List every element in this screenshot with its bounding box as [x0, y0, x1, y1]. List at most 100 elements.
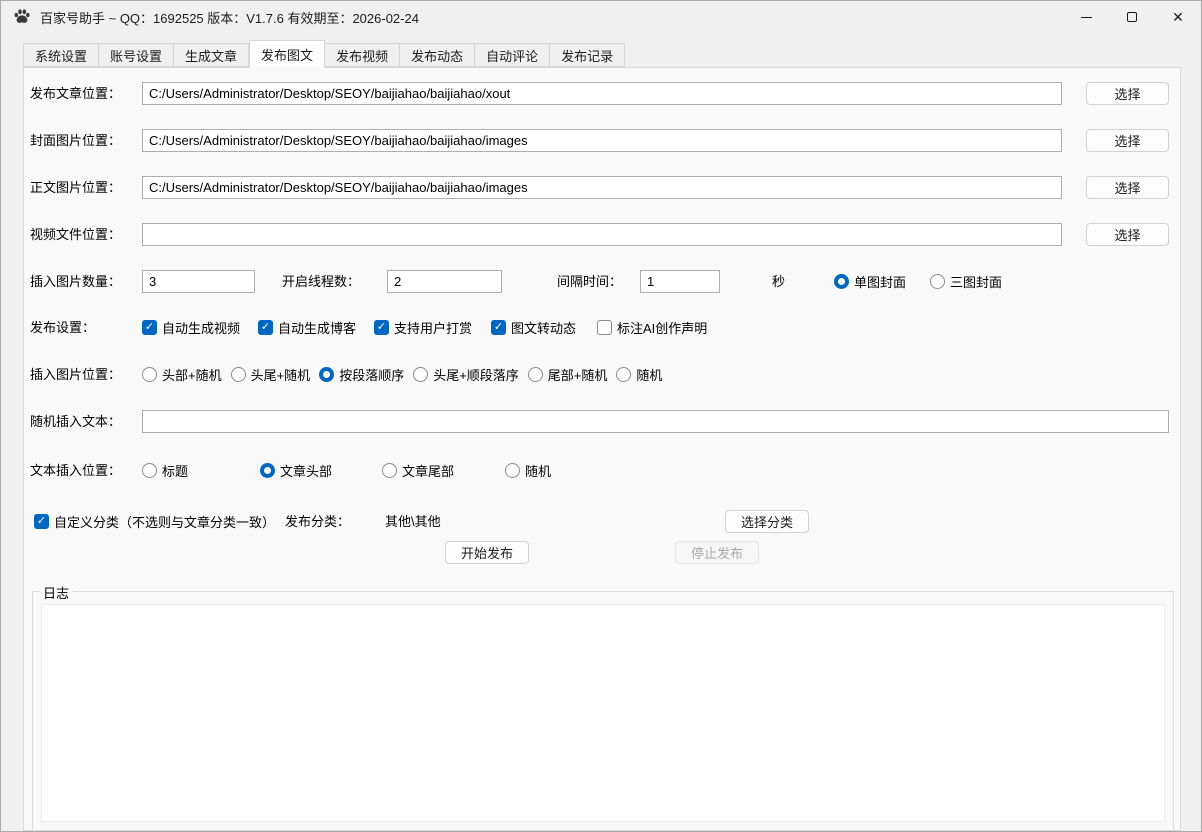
radio-icon [142, 463, 157, 478]
radio-three-image-cover[interactable]: 三图封面 [930, 270, 1002, 293]
radio-label: 标题 [162, 461, 188, 480]
radio-tail-random[interactable]: 尾部+随机 [528, 363, 608, 386]
radio-icon [930, 274, 945, 289]
close-icon: ✕ [1172, 10, 1184, 24]
thread-count-label: 开启线程数： [282, 270, 360, 293]
radio-headtail-random[interactable]: 头尾+随机 [231, 363, 311, 386]
select-category-button[interactable]: 选择分类 [725, 510, 809, 533]
radio-label: 头部+随机 [162, 365, 222, 384]
checkbox-icon [34, 514, 49, 529]
log-groupbox: 日志 [32, 591, 1174, 831]
log-output-area[interactable] [41, 604, 1165, 822]
tab-publish-article[interactable]: 发布图文 [249, 40, 325, 68]
article-path-browse-button[interactable]: 选择 [1086, 82, 1169, 105]
stop-publish-button[interactable]: 停止发布 [675, 541, 759, 564]
article-path-label: 发布文章位置： [30, 82, 121, 105]
radio-article-head[interactable]: 文章头部 [260, 459, 332, 482]
radio-paragraph-order[interactable]: 按段落顺序 [319, 363, 404, 386]
start-publish-button[interactable]: 开始发布 [445, 541, 529, 564]
tab-generate-article[interactable]: 生成文章 [174, 43, 249, 67]
checkbox-label: 标注AI创作声明 [617, 318, 707, 337]
interval-time-input[interactable] [640, 270, 720, 293]
checkbox-support-tipping[interactable]: 支持用户打赏 [374, 316, 472, 339]
checkbox-icon [491, 320, 506, 335]
publish-category-value: 其他\其他 [385, 510, 441, 533]
checkbox-auto-generate-blog[interactable]: 自动生成博客 [258, 316, 356, 339]
tab-publish-record[interactable]: 发布记录 [550, 43, 625, 67]
cover-image-path-input[interactable] [142, 129, 1062, 152]
publish-category-label: 发布分类： [285, 510, 350, 533]
tab-publish-video[interactable]: 发布视频 [325, 43, 400, 67]
publish-settings-label: 发布设置： [30, 316, 95, 339]
close-button[interactable]: ✕ [1155, 1, 1201, 33]
tab-auto-comment[interactable]: 自动评论 [475, 43, 550, 67]
radio-head-random[interactable]: 头部+随机 [142, 363, 222, 386]
radio-icon [528, 367, 543, 382]
checkbox-label: 自动生成博客 [278, 318, 356, 337]
thread-count-input[interactable] [387, 270, 502, 293]
radio-label: 文章尾部 [402, 461, 454, 480]
radio-headtail-paragraph-order[interactable]: 头尾+顺段落序 [413, 363, 519, 386]
checkbox-icon [374, 320, 389, 335]
checkbox-ai-declaration[interactable]: 标注AI创作声明 [597, 316, 707, 339]
body-image-path-input[interactable] [142, 176, 1062, 199]
radio-icon [834, 274, 849, 289]
radio-article-tail[interactable]: 文章尾部 [382, 459, 454, 482]
radio-title[interactable]: 标题 [142, 459, 188, 482]
radio-label: 头尾+随机 [251, 365, 311, 384]
radio-icon [505, 463, 520, 478]
checkbox-label: 图文转动态 [511, 318, 576, 337]
radio-random[interactable]: 随机 [616, 363, 662, 386]
app-paw-icon [12, 7, 32, 27]
radio-label: 尾部+随机 [548, 365, 608, 384]
checkbox-icon [142, 320, 157, 335]
checkbox-icon [597, 320, 612, 335]
checkbox-article-to-dynamic[interactable]: 图文转动态 [491, 316, 576, 339]
random-insert-text-label: 随机插入文本： [30, 410, 121, 433]
radio-icon [142, 367, 157, 382]
body-image-path-browse-button[interactable]: 选择 [1086, 176, 1169, 199]
window-controls: ✕ [1063, 1, 1201, 33]
checkbox-label: 自定义分类（不选则与文章分类一致） [54, 512, 275, 531]
interval-unit-label: 秒 [772, 270, 785, 293]
cover-image-path-label: 封面图片位置： [30, 129, 121, 152]
body-image-path-label: 正文图片位置： [30, 176, 121, 199]
image-position-label: 插入图片位置： [30, 363, 121, 386]
video-file-path-label: 视频文件位置： [30, 223, 121, 246]
radio-icon [616, 367, 631, 382]
insert-image-count-label: 插入图片数量： [30, 270, 121, 293]
radio-label: 三图封面 [950, 272, 1002, 291]
minimize-button[interactable] [1063, 1, 1109, 33]
radio-single-image-cover[interactable]: 单图封面 [834, 270, 906, 293]
radio-label: 按段落顺序 [339, 365, 404, 384]
publish-article-panel: 发布文章位置： 选择 封面图片位置： 选择 正文图片位置： 选择 视频文件位置：… [23, 67, 1181, 831]
tab-account-settings[interactable]: 账号设置 [99, 43, 174, 67]
checkbox-auto-generate-video[interactable]: 自动生成视频 [142, 316, 240, 339]
title-bar: 百家号助手 ~ QQ：1692525 版本：V1.7.6 有效期至：2026-0… [1, 1, 1201, 33]
insert-image-count-input[interactable] [142, 270, 255, 293]
tab-system-settings[interactable]: 系统设置 [23, 43, 99, 67]
video-file-path-input[interactable] [142, 223, 1062, 246]
maximize-button[interactable] [1109, 1, 1155, 33]
checkbox-custom-category[interactable]: 自定义分类（不选则与文章分类一致） [34, 510, 275, 533]
radio-icon [260, 463, 275, 478]
radio-text-random[interactable]: 随机 [505, 459, 551, 482]
radio-label: 头尾+顺段落序 [433, 365, 519, 384]
radio-icon [413, 367, 428, 382]
radio-label: 单图封面 [854, 272, 906, 291]
radio-label: 随机 [636, 365, 662, 384]
radio-icon [231, 367, 246, 382]
log-label: 日志 [39, 583, 73, 602]
cover-image-path-browse-button[interactable]: 选择 [1086, 129, 1169, 152]
tab-publish-dynamic[interactable]: 发布动态 [400, 43, 475, 67]
checkbox-label: 自动生成视频 [162, 318, 240, 337]
interval-time-label: 间隔时间： [557, 270, 622, 293]
article-path-input[interactable] [142, 82, 1062, 105]
random-insert-text-input[interactable] [142, 410, 1169, 433]
image-position-radio-group: 头部+随机 头尾+随机 按段落顺序 头尾+顺段落序 尾部+随机 随机 [142, 363, 662, 386]
maximize-icon [1127, 12, 1137, 22]
window-title: 百家号助手 ~ QQ：1692525 版本：V1.7.6 有效期至：2026-0… [40, 8, 419, 27]
video-file-path-browse-button[interactable]: 选择 [1086, 223, 1169, 246]
checkbox-label: 支持用户打赏 [394, 318, 472, 337]
app-window: 百家号助手 ~ QQ：1692525 版本：V1.7.6 有效期至：2026-0… [0, 0, 1202, 832]
